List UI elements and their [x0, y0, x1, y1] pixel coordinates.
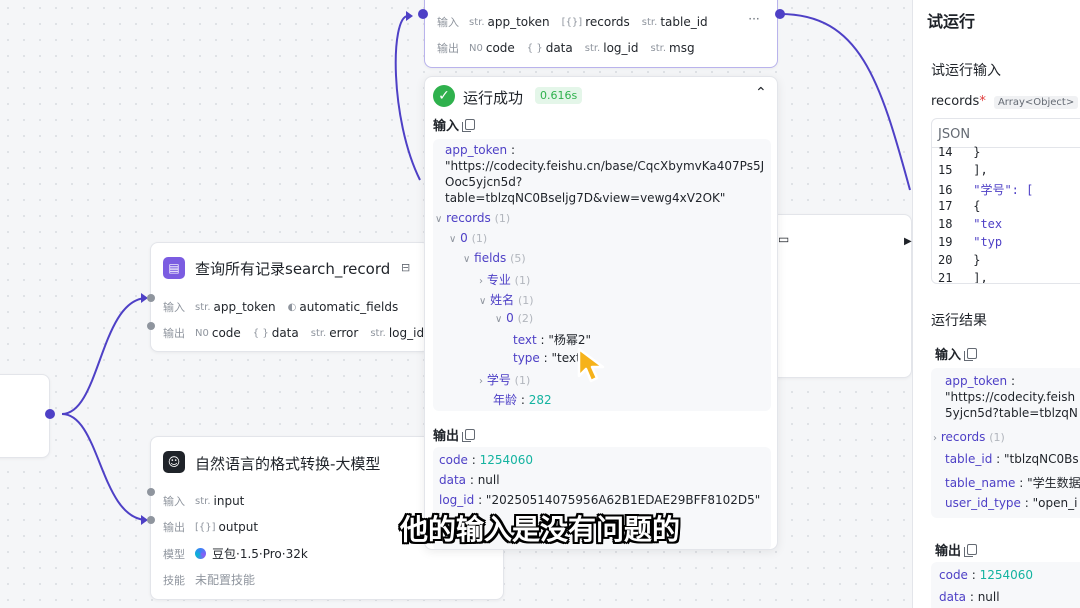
output-section-header: 输出	[433, 425, 476, 444]
copy-input-icon[interactable]	[462, 119, 476, 132]
output-msg: str. msg	[650, 41, 695, 55]
input-records: [{}] records	[561, 15, 630, 29]
input-app-token: str. app_token	[195, 300, 276, 314]
background-node-play-icon[interactable]: ▶	[904, 236, 912, 247]
output-code: N0 code	[469, 41, 515, 55]
major-toggle[interactable]: › 专业 (1)	[479, 271, 530, 288]
input-section-header: 输入	[433, 115, 476, 134]
search-record-output-port[interactable]	[147, 322, 155, 330]
search-record-title: 查询所有记录search_record	[195, 260, 391, 278]
records-0-toggle[interactable]: ∨ 0 (1)	[449, 231, 487, 245]
run-input-header: 试运行输入	[931, 63, 1001, 79]
fields-toggle[interactable]: ∨ fields (5)	[463, 251, 526, 265]
search-record-node[interactable]: ▤ 查询所有记录search_record ⊟ 输入 str. app_token…	[150, 242, 430, 352]
search-record-input-port[interactable]	[147, 294, 155, 302]
student-no-toggle[interactable]: › 学号 (1)	[479, 371, 530, 388]
out-log-id: log_id : "20250514075956A62B1EDAE29BFF81…	[439, 493, 761, 507]
res-records-toggle[interactable]: › records (1)	[933, 430, 1005, 444]
skill-value: 未配置技能	[195, 573, 256, 587]
collapse-chevron-icon[interactable]: ⌃	[755, 85, 767, 101]
doubao-icon	[195, 548, 206, 559]
app-token-value-line3: table=tblzqNC0Bseljg7D&view=vewg4xV2OK"	[445, 191, 726, 205]
more-button[interactable]: ···	[743, 12, 765, 30]
output-label: 输出	[163, 327, 185, 340]
input-input: str. input	[195, 494, 245, 508]
input-label: 输入	[437, 16, 459, 29]
output-label: 输出	[437, 42, 459, 55]
res-app-token-line1: "https://codecity.feish	[945, 390, 1076, 404]
sidebar-title: 试运行	[927, 12, 976, 31]
result-input-header: 输入	[935, 344, 978, 363]
run-status: 运行成功	[463, 89, 524, 107]
name-0-toggle[interactable]: ∨ 0 (2)	[495, 311, 533, 325]
video-subtitle: 他的输入是没有问题的	[399, 513, 680, 546]
run-result-header: 运行结果	[931, 313, 987, 329]
table-icon: ▤	[163, 257, 185, 279]
start-node-output-port[interactable]	[45, 409, 55, 419]
out-data: data : null	[439, 473, 500, 487]
model-icon: ☺	[163, 451, 185, 473]
input-automatic-fields: ◐ automatic_fields	[287, 300, 399, 314]
skill-label: 技能	[163, 573, 185, 587]
input-label: 输入	[163, 495, 185, 508]
start-node[interactable]	[0, 374, 50, 458]
output-log-id: str. log_id	[370, 326, 425, 340]
output-code: N0 code	[195, 326, 241, 340]
copy-output-icon[interactable]	[462, 429, 476, 442]
records-json-editor[interactable]: JSON 14 } 15 ], 16 "学号": [ 17 { 18 "tex …	[931, 118, 1080, 284]
input-label: 输入	[163, 301, 185, 314]
result-input-json[interactable]: app_token : "https://codecity.feish 5yjc…	[931, 368, 1080, 518]
json-label: JSON	[938, 127, 971, 142]
output-data: { } data	[526, 41, 573, 55]
llm-input-port[interactable]	[147, 488, 155, 496]
result-output-json[interactable]: code : 1254060 data : null	[931, 562, 1080, 608]
input-app-token: str. app_token	[469, 15, 550, 29]
records-toggle[interactable]: ∨ records (1)	[435, 211, 510, 225]
output-error: str. error	[310, 326, 359, 340]
success-check-icon: ✓	[433, 85, 455, 107]
background-node-label: ▭	[778, 232, 790, 246]
output-log-id: str. log_id	[584, 41, 639, 55]
out-code: code : 1254060	[439, 453, 534, 467]
name-toggle[interactable]: ∨ 姓名 (1)	[479, 291, 534, 308]
app-token-value-line2: Ooc5yjcn5d?	[445, 175, 523, 189]
res-table-id: table_id : "tblzqNC0Bs	[945, 452, 1079, 466]
records-field-label: records* Array<Object>	[931, 94, 1079, 109]
llm-title: 自然语言的格式转换-大模型	[195, 455, 381, 473]
records-type-badge: Array<Object>	[993, 96, 1079, 109]
run-result-panel[interactable]: ✓ 运行成功 0.616s ⌃ 输入 app_token : "https://…	[424, 76, 778, 550]
create-record-output-port[interactable]	[775, 9, 785, 19]
plugin-icon: ⊟	[401, 261, 411, 274]
create-record-node[interactable]: 输入 str. app_token [{}] records str. table_i…	[424, 0, 778, 68]
create-record-input-port[interactable]	[418, 9, 428, 19]
output-data: { } data	[252, 326, 299, 340]
app-token-value-line1: "https://codecity.feishu.cn/base/CqcXbym…	[445, 159, 765, 173]
res-app-token-line2: 5yjcn5d?table=tblzqN	[945, 406, 1078, 420]
copy-result-input-icon[interactable]	[964, 348, 978, 361]
age-field: 年龄 : 282	[493, 393, 552, 407]
input-table-id: str. table_id	[641, 15, 708, 29]
mouse-cursor-icon	[577, 347, 605, 383]
run-time-badge: 0.616s	[535, 87, 583, 104]
res-table-name: table_name : "学生数据	[945, 476, 1080, 490]
